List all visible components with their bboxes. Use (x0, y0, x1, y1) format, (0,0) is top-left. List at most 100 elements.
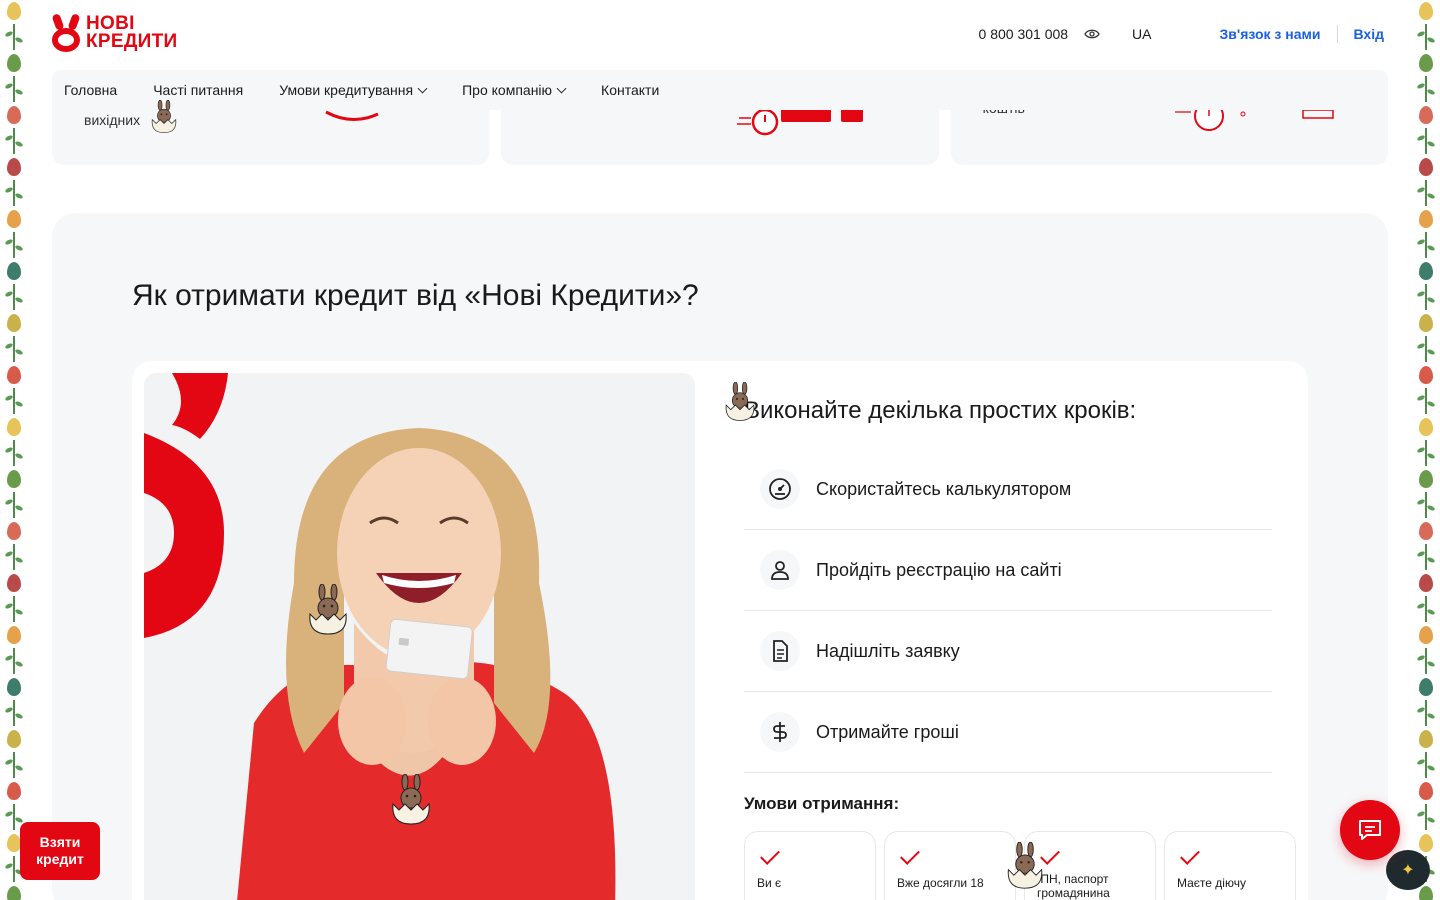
flower-sprig-icon (1425, 76, 1427, 102)
contact-link[interactable]: Зв'язок з нами (1220, 26, 1321, 42)
flower-sprig-icon (13, 336, 15, 362)
easter-egg-icon (7, 626, 21, 644)
easter-egg-icon (7, 106, 21, 124)
header-divider (1336, 25, 1338, 43)
easter-egg-icon (1419, 574, 1433, 592)
eye-icon[interactable] (1082, 24, 1102, 44)
bunny-in-egg-icon (725, 382, 755, 421)
easter-egg-icon (7, 834, 21, 852)
easter-egg-icon (7, 730, 21, 748)
nav-item-about[interactable]: Про компанію (462, 82, 567, 98)
easter-egg-icon (7, 886, 21, 900)
flower-sprig-icon (13, 804, 15, 830)
section-title: Як отримати кредит від «Нові Кредити»? (132, 279, 699, 312)
step-calculator[interactable]: Скористайтесь калькулятором (744, 449, 1272, 530)
step-label: Пройдіть реєстрацію на сайті (816, 559, 1062, 580)
flower-sprig-icon (1425, 128, 1427, 154)
flower-sprig-icon (13, 76, 15, 102)
flower-sprig-icon (1425, 544, 1427, 570)
flower-sprig-icon (1425, 388, 1427, 414)
easter-egg-icon (1419, 470, 1433, 488)
site-header: НОВІ КРЕДИТИ 0 800 301 008 UA Зв'язок з … (51, 0, 1388, 70)
flower-sprig-icon (1425, 232, 1427, 258)
conditions-title: Умови отримання: (744, 794, 900, 813)
nav-item-credit-terms[interactable]: Умови кредитування (279, 82, 428, 98)
easter-egg-icon (1419, 2, 1433, 20)
nav-item-faq[interactable]: Часті питання (153, 82, 243, 98)
check-icon (760, 845, 780, 865)
take-credit-button[interactable]: Взяти кредит (20, 822, 100, 880)
sparkle-icon[interactable]: ✦ (1386, 850, 1430, 890)
chat-icon (1359, 820, 1381, 840)
document-icon (760, 631, 800, 671)
flower-sprig-icon (13, 544, 15, 570)
phone-number[interactable]: 0 800 301 008 (979, 26, 1069, 42)
step-label: Надішліть заявку (816, 640, 960, 661)
nav-item-contacts[interactable]: Контакти (601, 82, 659, 98)
chevron-down-icon (417, 83, 428, 93)
step-get-money[interactable]: Отримайте гроші (744, 692, 1272, 773)
flower-sprig-icon (1425, 596, 1427, 622)
easter-egg-icon (7, 678, 21, 696)
easter-decoration-left (0, 0, 28, 900)
login-link[interactable]: Вхід (1354, 26, 1385, 42)
check-icon (900, 845, 920, 865)
bunny-in-egg-icon (392, 774, 430, 825)
dollar-icon (760, 712, 800, 752)
nav-item-home[interactable]: Головна (64, 82, 117, 98)
bunny-in-egg-icon (151, 100, 177, 134)
easter-egg-icon (1419, 886, 1433, 900)
flower-sprig-icon (1425, 804, 1427, 830)
brand-logo[interactable]: НОВІ КРЕДИТИ (51, 13, 178, 52)
flower-sprig-icon (13, 856, 15, 882)
easter-egg-icon (7, 210, 21, 228)
flower-sprig-icon (13, 388, 15, 414)
condition-text: Маєте діючу (1177, 876, 1246, 890)
flower-sprig-icon (13, 700, 15, 726)
flower-sprig-icon (13, 284, 15, 310)
easter-egg-icon (1419, 106, 1433, 124)
bunny-in-egg-icon (309, 584, 347, 635)
chevron-down-icon (556, 83, 567, 93)
step-send-application[interactable]: Надішліть заявку (744, 611, 1272, 692)
easter-egg-icon (1419, 418, 1433, 436)
flower-sprig-icon (13, 648, 15, 674)
condition-text: ІПН, паспорт громадянина (1037, 872, 1110, 900)
steps-title: Виконайте декілька простих кроків: (744, 397, 1137, 424)
easter-egg-icon (1419, 678, 1433, 696)
step-label: Отримайте гроші (816, 721, 959, 742)
step-label: Скористайтесь калькулятором (816, 478, 1072, 499)
bunny-in-egg-icon (1007, 842, 1043, 889)
language-switcher[interactable]: UA (1132, 26, 1151, 42)
logo-line-2: КРЕДИТИ (86, 31, 178, 52)
easter-egg-icon (1419, 626, 1433, 644)
condition-card: Маєте діючу (1164, 831, 1296, 900)
check-icon (1180, 845, 1200, 865)
easter-egg-icon (7, 366, 21, 384)
easter-egg-icon (7, 574, 21, 592)
chat-button[interactable] (1340, 800, 1400, 860)
easter-egg-icon (1419, 314, 1433, 332)
flower-sprig-icon (1425, 648, 1427, 674)
condition-card: Вже досягли 18 (884, 831, 1016, 900)
flower-sprig-icon (13, 596, 15, 622)
flower-sprig-icon (1425, 284, 1427, 310)
speedometer-icon (760, 469, 800, 509)
flower-sprig-icon (13, 232, 15, 258)
easter-egg-icon (7, 262, 21, 280)
flower-sprig-icon (1425, 180, 1427, 206)
flower-sprig-icon (13, 752, 15, 778)
flower-sprig-icon (13, 180, 15, 206)
flower-sprig-icon (1425, 440, 1427, 466)
easter-egg-icon (1419, 210, 1433, 228)
easter-egg-icon (7, 54, 21, 72)
user-icon (760, 550, 800, 590)
flower-sprig-icon (1425, 752, 1427, 778)
step-registration[interactable]: Пройдіть реєстрацію на сайті (744, 530, 1272, 611)
easter-decoration-right (1412, 0, 1440, 900)
easter-egg-icon (1419, 834, 1433, 852)
easter-egg-icon (1419, 54, 1433, 72)
easter-egg-icon (1419, 158, 1433, 176)
easter-egg-icon (7, 418, 21, 436)
how-to-get-credit-section: Як отримати кредит від «Нові Кредити»? В… (52, 213, 1388, 900)
